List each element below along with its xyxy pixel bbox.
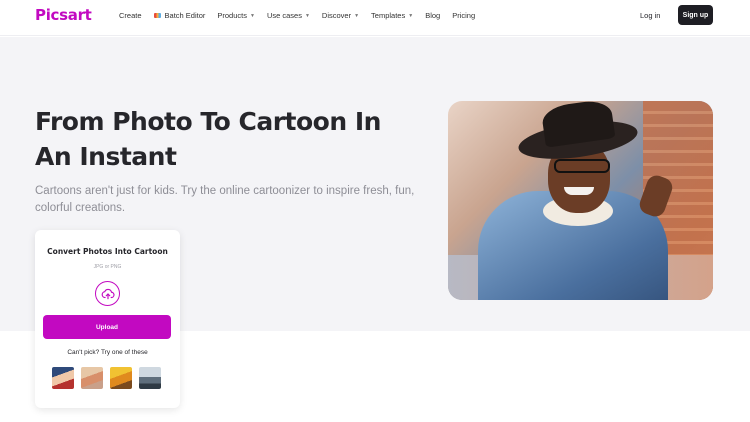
picsart-logo[interactable]: Picsart [35,6,92,24]
nav-item-pricing[interactable]: Pricing [452,11,475,20]
sample-thumbnail[interactable] [52,367,74,389]
nav-item-templates[interactable]: Templates ▼ [371,11,413,20]
sample-thumbnail[interactable] [139,367,161,389]
nav-item-products[interactable]: Products ▼ [217,11,255,20]
nav-item-use-cases[interactable]: Use cases ▼ [267,11,310,20]
upload-card-title: Convert Photos Into Cartoon [47,247,168,256]
hero-cartoon-image [448,101,713,300]
chevron-down-icon: ▼ [249,12,255,19]
chevron-down-icon: ▼ [408,12,414,19]
sample-thumbnail[interactable] [110,367,132,389]
nav-item-discover[interactable]: Discover ▼ [322,11,359,20]
batch-editor-icon [153,13,161,18]
nav-item-batch-editor[interactable]: Batch Editor [153,11,205,20]
chevron-down-icon: ▼ [354,12,360,19]
nav-item-create[interactable]: Create [119,11,142,20]
upload-card: Convert Photos Into Cartoon JPG or PNG U… [35,230,180,408]
nav-item-blog[interactable]: Blog [425,11,440,20]
top-navbar: Picsart Create Batch Editor Products ▼ Us… [0,0,750,36]
sample-thumbnails [52,367,168,389]
accepted-formats: JPG or PNG [93,264,122,270]
login-link[interactable]: Log in [640,11,660,20]
hero-subtitle: Cartoons aren't just for kids. Try the o… [35,185,415,214]
signup-button[interactable]: Sign up [678,5,713,25]
chevron-down-icon: ▼ [304,12,310,19]
page-title: From Photo To Cartoon In An Instant [35,107,381,171]
cloud-upload-icon[interactable] [95,281,120,306]
nav-menu: Create Batch Editor Products ▼ Use cases ▼… [119,11,487,20]
upload-button[interactable]: Upload [43,315,171,339]
sample-thumbnail[interactable] [81,367,103,389]
try-samples-text: Can't pick? Try one of these [67,349,148,356]
